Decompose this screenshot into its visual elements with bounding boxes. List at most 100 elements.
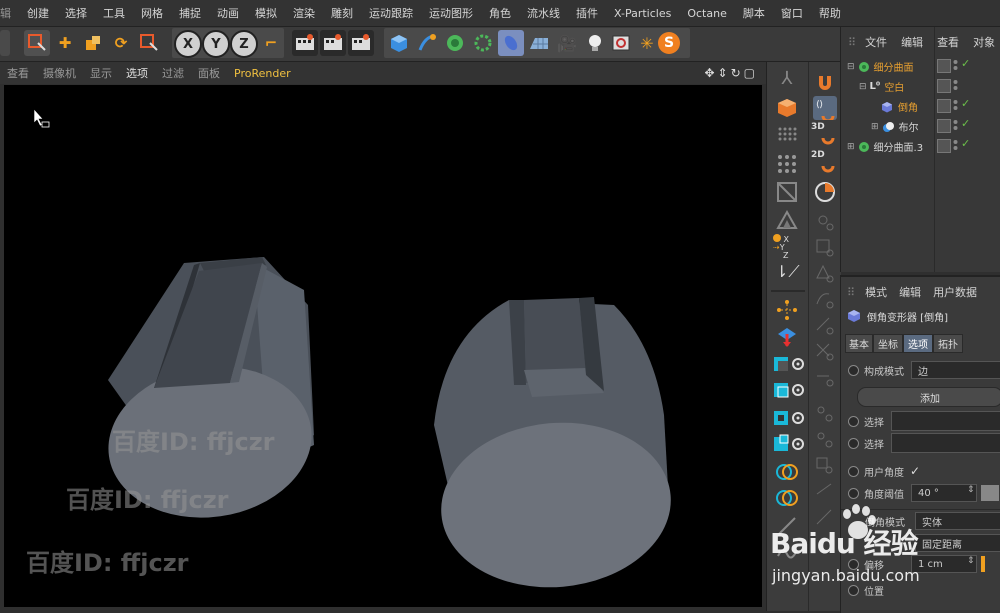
animation-keyframe-radio[interactable]	[848, 437, 859, 449]
layer-solo-3-icon[interactable]	[771, 406, 805, 430]
collapse-toggle-icon[interactable]: ⊟	[859, 82, 867, 92]
menu-item[interactable]: 插件	[568, 5, 606, 21]
snap-midpoint-icon[interactable]	[813, 366, 837, 390]
2d-snap-icon[interactable]: 2D	[811, 150, 839, 174]
texture-mode-icon[interactable]	[775, 124, 799, 148]
tweak-mode-icon[interactable]: ⇂⟋	[775, 262, 800, 286]
animation-keyframe-radio[interactable]	[848, 584, 859, 596]
menu-item[interactable]: 帮助	[811, 5, 849, 21]
prorender-menu[interactable]: ProRender	[227, 67, 298, 80]
edges-mode-icon[interactable]	[775, 180, 799, 204]
dots-icon[interactable]	[953, 99, 958, 111]
picture-viewer-icon[interactable]	[608, 30, 634, 56]
use-angle-checkbox[interactable]: ✓	[910, 464, 920, 478]
cloner-icon[interactable]	[470, 30, 496, 56]
object-name[interactable]: 细分曲面.3	[874, 139, 924, 154]
render-view-icon[interactable]	[292, 30, 318, 56]
rotate-icon[interactable]: ⟳	[108, 30, 134, 56]
snap-grid-point-icon[interactable]	[813, 428, 837, 452]
floor-icon[interactable]	[526, 30, 552, 56]
magnet-icon[interactable]	[813, 70, 837, 94]
expand-toggle-icon[interactable]: ⊞	[847, 142, 855, 152]
om-menu-objects[interactable]: 对象	[966, 34, 1000, 50]
3d-viewport[interactable]: 百度ID: ffjczr 百度ID: ffjczr 百度ID: ffjczr	[4, 85, 762, 607]
dots-icon[interactable]	[953, 139, 958, 151]
expand-toggle-icon[interactable]: ⊞	[871, 122, 879, 132]
enabled-check-icon[interactable]: ✓	[961, 97, 970, 110]
render-to-picture-viewer-icon[interactable]	[320, 30, 346, 56]
menu-item[interactable]: 动画	[209, 5, 247, 21]
viewport-menu-item[interactable]: 过滤	[155, 65, 191, 81]
polygons-mode-icon[interactable]	[775, 208, 799, 232]
render-settings-icon[interactable]	[348, 30, 374, 56]
menu-item[interactable]: 网格	[133, 5, 171, 21]
object-row[interactable]: ⊞ 布尔	[841, 117, 1000, 136]
layer-solo-4-icon[interactable]	[771, 432, 805, 456]
object-name[interactable]: 细分曲面	[874, 59, 914, 74]
z-axis-lock-button[interactable]: Z	[230, 30, 258, 58]
dots-icon[interactable]	[953, 119, 958, 131]
menu-item[interactable]: 渲染	[285, 5, 323, 21]
points-mode-icon[interactable]	[775, 152, 799, 176]
layer-solo-2-icon[interactable]	[771, 378, 805, 402]
visibility-toggle-icon[interactable]	[937, 99, 951, 113]
live-selection-icon[interactable]	[24, 30, 50, 56]
menu-item[interactable]: 运动图形	[421, 5, 481, 21]
om-menu-edit[interactable]: 编辑	[894, 34, 930, 50]
stepper-arrows-icon[interactable]: ⇕	[967, 485, 975, 495]
viewport-nav-icons[interactable]: ✥⇕↻▢	[704, 66, 758, 80]
pen-spline-icon[interactable]	[414, 30, 440, 56]
snap-polygon-icon[interactable]	[813, 262, 837, 286]
visibility-toggle-icon[interactable]	[937, 59, 951, 73]
menu-item[interactable]: Octane	[679, 7, 735, 20]
menu-item[interactable]: X-Particles	[606, 7, 679, 20]
make-editable-icon[interactable]: ⅄	[775, 68, 799, 92]
menu-item[interactable]: 窗口	[773, 5, 811, 21]
3d-snap-icon[interactable]: 3D	[811, 122, 839, 146]
component-mode-dropdown[interactable]: 边	[911, 361, 1000, 379]
animation-keyframe-radio[interactable]	[848, 364, 859, 376]
object-row[interactable]: ⊟ L⁰ 空白	[841, 77, 1000, 96]
snap-workplane-icon[interactable]	[813, 402, 837, 426]
menu-item[interactable]: 创建	[19, 5, 57, 21]
panel-grip-icon[interactable]: ⠿	[841, 286, 859, 299]
xparticles-icon[interactable]: ✳	[634, 30, 660, 56]
menu-item[interactable]: 模拟	[247, 5, 285, 21]
om-menu-file[interactable]: 文件	[858, 34, 894, 50]
menu-item[interactable]: 选择	[57, 5, 95, 21]
menu-item[interactable]: 流水线	[519, 5, 568, 21]
offset-slider[interactable]	[981, 556, 985, 572]
enabled-check-icon[interactable]: ✓	[961, 137, 970, 150]
light-icon[interactable]	[582, 30, 608, 56]
dots-icon[interactable]	[953, 59, 958, 71]
x-axis-lock-button[interactable]: X	[174, 30, 202, 58]
object-name[interactable]: 空白	[884, 79, 904, 94]
viewport-menu-item[interactable]: 摄像机	[36, 65, 83, 81]
animation-keyframe-radio[interactable]	[848, 415, 859, 427]
collapse-toggle-icon[interactable]: ⊟	[847, 62, 855, 72]
subdivision-surface-icon[interactable]	[442, 30, 468, 56]
panel-grip-icon[interactable]: ⠿	[841, 36, 858, 49]
cube-icon[interactable]	[386, 30, 412, 56]
quantize-icon[interactable]	[813, 180, 837, 204]
model-mode-icon[interactable]	[775, 96, 799, 120]
soft-selection-icon[interactable]: ⟨⟩	[813, 96, 837, 123]
layer-solo-icon[interactable]	[771, 352, 805, 376]
am-menu-edit[interactable]: 编辑	[893, 284, 927, 300]
snap-vertex-icon[interactable]	[813, 210, 837, 234]
snap-guide-icon[interactable]	[813, 480, 837, 504]
om-menu-view[interactable]: 查看	[930, 34, 966, 50]
object-row[interactable]: ⊞ 细分曲面.3	[841, 137, 1000, 156]
snap-intersection-icon[interactable]	[813, 340, 837, 364]
dots-icon[interactable]	[953, 79, 958, 91]
visibility-toggle-icon[interactable]	[937, 139, 951, 153]
snap-edge-icon[interactable]	[813, 236, 837, 260]
enabled-check-icon[interactable]: ✓	[961, 57, 970, 70]
viewport-menu-item[interactable]: 选项	[119, 65, 155, 81]
object-row[interactable]: 倒角	[841, 97, 1000, 116]
viewport-menu-item[interactable]: 面板	[191, 65, 227, 81]
move-icon[interactable]: ✚	[52, 30, 78, 56]
angle-slider[interactable]	[981, 485, 999, 501]
object-name[interactable]: 倒角	[898, 99, 918, 114]
deformer-icon[interactable]	[498, 30, 524, 56]
